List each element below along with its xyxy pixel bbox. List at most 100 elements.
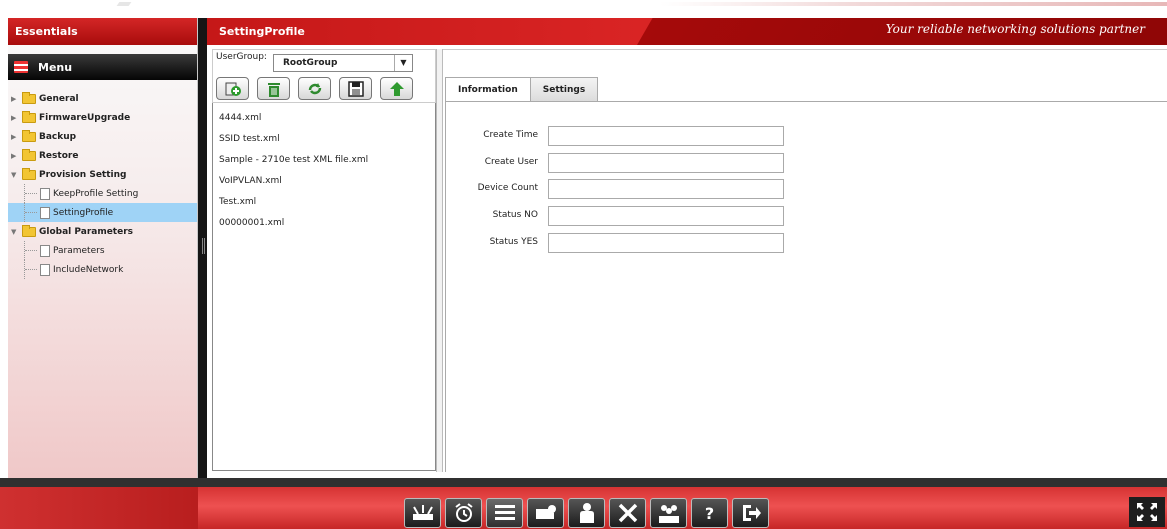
tree-connector [24,241,40,260]
help-icon: ? [704,503,715,523]
list-icon [494,505,515,520]
document-icon [40,187,50,200]
status-yes-input[interactable] [548,233,784,253]
create-user-field: Create User [446,153,786,173]
collapse-arrow-icon[interactable]: ▼ [11,171,20,179]
sidebar: Essentials Menu ▶ General ▶ FirmwareUpgr… [8,18,198,478]
file-toolbar [212,75,436,103]
sidebar-header: Essentials [8,18,197,45]
tree-item-label: Restore [39,150,79,161]
users-group-button[interactable] [650,498,687,528]
menu-bar[interactable]: Menu [8,54,197,80]
status-yes-field: Status YES [446,233,786,253]
user-button[interactable] [568,498,605,528]
list-button[interactable] [486,498,523,528]
tree-item-settingprofile[interactable]: SettingProfile [8,203,197,222]
network-icon [535,505,556,519]
field-label: Create User [484,157,538,167]
tree-item-label: IncludeNetwork [53,264,124,275]
device-count-field: Device Count [446,179,786,199]
page-title: SettingProfile [219,25,305,38]
chevron-down-icon[interactable]: ▼ [393,54,412,71]
collapse-arrow-icon[interactable]: ▼ [11,228,20,236]
list-item[interactable]: Sample - 2710e test XML file.xml [213,149,435,170]
add-file-icon [225,82,241,96]
refresh-button[interactable] [298,77,331,100]
upload-button[interactable] [380,77,413,100]
tree-item-general[interactable]: ▶ General [8,89,197,108]
information-form: Create Time Create User Device Count Sta… [445,102,1167,472]
create-user-input[interactable] [548,153,784,173]
status-no-field: Status NO [446,206,786,226]
menu-icon [14,61,28,73]
upload-icon [389,81,404,96]
tree-item-provision-setting[interactable]: ▼ Provision Setting [8,165,197,184]
help-button[interactable]: ? [691,498,728,528]
usergroup-select[interactable]: RootGroup ▼ [272,53,413,72]
expand-arrow-icon[interactable]: ▶ [11,133,20,141]
top-decoration [116,2,132,6]
tree-item-label: FirmwareUpgrade [39,112,131,123]
device-count-input[interactable] [548,179,784,199]
tree-item-keepprofile-setting[interactable]: KeepProfile Setting [8,184,197,203]
field-label: Status NO [492,210,538,220]
fullscreen-icon [1137,503,1157,521]
tree-connector [24,203,40,222]
tree-item-label: General [39,93,79,104]
tree-item-parameters[interactable]: Parameters [8,241,197,260]
tree-item-global-parameters[interactable]: ▼ Global Parameters [8,222,197,241]
tools-button[interactable] [609,498,646,528]
tools-icon [618,503,637,523]
tree-item-label: Backup [39,131,77,142]
router-button[interactable] [404,498,441,528]
tab-information[interactable]: Information [445,77,531,102]
save-button[interactable] [339,77,372,100]
logout-icon [742,505,761,521]
users-group-icon [658,505,679,523]
network-button[interactable] [527,498,564,528]
expand-arrow-icon[interactable]: ▶ [11,114,20,122]
splitter-grip-icon[interactable] [202,238,205,254]
list-item[interactable]: Test.xml [213,191,435,212]
expand-arrow-icon[interactable]: ▶ [11,95,20,103]
list-item[interactable]: VoIPVLAN.xml [213,170,435,191]
folder-icon [22,148,36,161]
tree-item-restore[interactable]: ▶ Restore [8,146,197,165]
tree-item-includenetwork[interactable]: IncludeNetwork [8,260,197,279]
alarm-button[interactable] [445,498,482,528]
user-icon [579,503,594,523]
folder-icon [22,91,36,104]
add-file-button[interactable] [216,77,249,100]
tab-bar: Information Settings [445,77,599,102]
usergroup-row: UserGroup: RootGroup ▼ [212,49,436,75]
panel-divider[interactable] [436,49,443,472]
document-icon [40,263,50,276]
main-header: SettingProfile Your reliable networking … [207,18,1167,45]
tree-item-backup[interactable]: ▶ Backup [8,127,197,146]
expand-arrow-icon[interactable]: ▶ [11,152,20,160]
delete-icon [267,82,280,97]
create-time-input[interactable] [548,126,784,146]
status-no-input[interactable] [548,206,784,226]
list-item[interactable]: 00000001.xml [213,212,435,233]
list-item[interactable]: SSID test.xml [213,128,435,149]
tab-settings[interactable]: Settings [529,77,599,101]
sidebar-splitter[interactable] [198,18,207,478]
open-folder-icon [22,167,36,180]
folder-icon [22,110,36,123]
detail-panel: Information Settings Create Time Create … [443,49,1167,472]
top-decoration [660,2,1167,6]
tree-item-firmwareupgrade[interactable]: ▶ FirmwareUpgrade [8,108,197,127]
file-panel: UserGroup: RootGroup ▼ 4444.xml SSID tes… [212,49,436,472]
list-item[interactable]: 4444.xml [213,107,435,128]
dock: ? [404,498,769,528]
tree-connector [24,260,40,279]
tree-item-label: SettingProfile [53,207,114,218]
document-icon [40,206,50,219]
fullscreen-button[interactable] [1129,497,1165,527]
refresh-icon [308,82,321,94]
delete-button[interactable] [257,77,290,100]
file-list: 4444.xml SSID test.xml Sample - 2710e te… [212,103,436,471]
tree-item-label: Parameters [53,245,105,256]
logout-button[interactable] [732,498,769,528]
